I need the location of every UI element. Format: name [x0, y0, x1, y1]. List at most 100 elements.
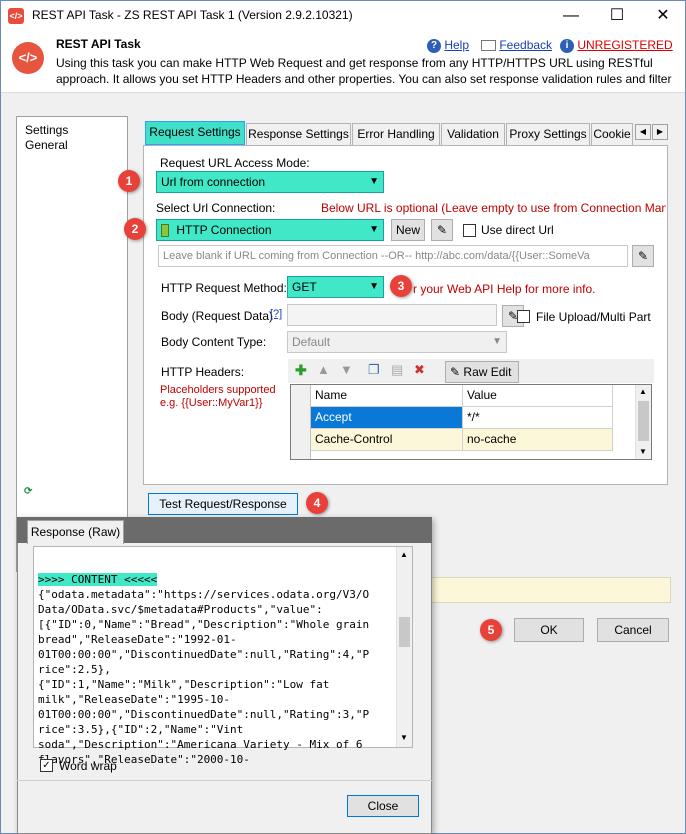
tree-item-general[interactable]: General: [25, 138, 68, 152]
tree-item-settings[interactable]: Settings: [25, 123, 68, 137]
feedback-link-group[interactable]: Feedback: [481, 38, 552, 52]
info-icon: i: [560, 38, 574, 53]
table-row-name[interactable]: Accept: [311, 407, 463, 429]
callout-2: 2: [124, 218, 146, 240]
content-type-label: Body Content Type:: [161, 335, 267, 349]
file-upload-label: File Upload/Multi Part: [536, 310, 651, 324]
paste-icon[interactable]: ▤: [391, 362, 403, 378]
placeholders-note-1: Placeholders supported: [160, 384, 276, 396]
access-mode-value: Url from connection: [161, 175, 266, 189]
mail-icon: [481, 40, 496, 52]
body-help-link[interactable]: [?]: [270, 308, 282, 320]
grid-scrollbar[interactable]: ▲ ▼: [635, 385, 651, 459]
status-bar: [431, 577, 671, 603]
response-line: {"odata.metadata":"https://services.odat…: [38, 588, 370, 601]
response-line: rice":3.5},{"ID":2,"Name":"Vint: [38, 723, 244, 736]
help-link[interactable]: Help: [444, 38, 469, 52]
select-connection-label: Select Url Connection:: [156, 201, 276, 215]
response-line: bread","ReleaseDate":"1992-01-: [38, 633, 237, 646]
help-icon: ?: [427, 38, 441, 53]
headers-label: HTTP Headers:: [161, 365, 245, 379]
headers-grid: Name Value Accept */* Cache-Control no-c…: [290, 384, 652, 460]
tab-scroll-left-icon[interactable]: ◀: [635, 124, 651, 140]
rest-api-icon: </>: [12, 42, 44, 74]
tab-error-handling[interactable]: Error Handling: [352, 123, 440, 145]
close-dialog-button[interactable]: Close: [347, 795, 419, 817]
feedback-link[interactable]: Feedback: [499, 38, 552, 52]
callout-1: 1: [118, 170, 140, 192]
content-header: >>>> CONTENT <<<<<: [38, 573, 158, 586]
add-row-icon[interactable]: ✚: [295, 362, 307, 379]
tab-scroll-right-icon[interactable]: ▶: [652, 124, 668, 140]
maximize-button[interactable]: ☐: [594, 1, 640, 31]
callout-5: 5: [480, 619, 502, 641]
scroll-thumb[interactable]: [399, 617, 410, 647]
file-upload-checkbox[interactable]: [517, 310, 530, 323]
content-type-select[interactable]: Default ▼: [287, 331, 507, 353]
settings-tree: Settings General: [16, 116, 128, 572]
url-editor-icon[interactable]: ✎: [632, 245, 654, 267]
move-down-icon[interactable]: ▼: [340, 362, 353, 377]
method-select[interactable]: GET ▼: [287, 276, 384, 298]
scroll-down-icon[interactable]: ▼: [400, 733, 408, 742]
scroll-up-icon[interactable]: ▲: [400, 550, 408, 559]
help-link-group[interactable]: ? Help: [427, 38, 469, 53]
edit-connection-icon[interactable]: ✎: [431, 219, 453, 241]
chevron-down-icon: ▼: [492, 336, 502, 347]
callout-3: 3: [390, 275, 412, 297]
column-header-value[interactable]: Value: [463, 385, 613, 407]
row-header-column: [291, 385, 311, 459]
table-row-value[interactable]: */*: [463, 407, 613, 429]
content-type-value: Default: [292, 335, 331, 349]
connection-select[interactable]: HTTP Connection ▼: [156, 219, 384, 241]
access-mode-label: Request URL Access Mode:: [160, 156, 310, 170]
table-row-name[interactable]: Cache-Control: [311, 429, 463, 451]
tab-proxy-settings[interactable]: Proxy Settings: [506, 123, 590, 145]
ok-button[interactable]: OK: [514, 618, 584, 642]
unregistered-link[interactable]: UNREGISTERED: [577, 38, 672, 52]
tab-request-settings[interactable]: Request Settings: [145, 121, 245, 145]
task-title: REST API Task: [56, 37, 141, 51]
close-window-button[interactable]: ✕: [640, 1, 686, 31]
response-line: 01T00:00:00","DiscontinuedDate":null,"Ra…: [38, 708, 370, 721]
copy-icon[interactable]: ❐: [368, 362, 380, 378]
move-up-icon[interactable]: ▲: [317, 362, 330, 377]
word-wrap-label: Word wrap: [59, 759, 117, 773]
access-mode-select[interactable]: Url from connection ▼: [156, 171, 384, 193]
unregistered-link-group[interactable]: i UNREGISTERED: [560, 38, 673, 53]
use-direct-url-checkbox[interactable]: [463, 224, 476, 237]
response-line: {"ID":1,"Name":"Milk","Description":"Low…: [38, 678, 330, 691]
scroll-thumb[interactable]: [638, 401, 649, 441]
connection-value: HTTP Connection: [176, 223, 272, 237]
scroll-down-icon[interactable]: ▼: [639, 447, 647, 456]
chevron-down-icon: ▼: [369, 224, 379, 235]
chevron-down-icon: ▼: [369, 281, 379, 292]
tab-response-raw[interactable]: Response (Raw): [27, 520, 124, 544]
url-input[interactable]: Leave blank if URL coming from Connectio…: [158, 245, 628, 267]
word-wrap-checkbox[interactable]: ✓: [40, 759, 53, 772]
minimize-button[interactable]: —: [548, 1, 594, 31]
table-row-value[interactable]: no-cache: [463, 429, 613, 451]
scroll-up-icon[interactable]: ▲: [639, 387, 647, 396]
delete-row-icon[interactable]: ✖: [414, 362, 425, 378]
tab-validation[interactable]: Validation: [441, 123, 505, 145]
response-line: rice":2.5},: [38, 663, 111, 676]
task-description: Using this task you can make HTTP Web Re…: [56, 56, 672, 86]
tab-cookie[interactable]: Cookie: [591, 123, 633, 145]
cancel-button[interactable]: Cancel: [597, 618, 669, 642]
raw-edit-label: Raw Edit: [463, 365, 512, 379]
method-label: HTTP Request Method:: [161, 281, 287, 295]
response-line: 01T00:00:00","DiscontinuedDate":null,"Ra…: [38, 648, 370, 661]
response-line: soda","Description":"Americana Variety -…: [38, 738, 363, 751]
body-input[interactable]: [287, 304, 497, 326]
tab-response-settings[interactable]: Response Settings: [246, 123, 351, 145]
vendor-logo-icon: ⟳: [24, 486, 33, 497]
new-connection-button[interactable]: New: [391, 219, 425, 241]
response-scrollbar[interactable]: ▲ ▼: [396, 547, 412, 747]
test-request-button[interactable]: Test Request/Response: [148, 493, 298, 515]
placeholders-note-2: e.g. {{User::MyVar1}}: [160, 397, 263, 409]
response-line: [{"ID":0,"Name":"Bread","Description":"W…: [38, 618, 370, 631]
chevron-down-icon: ▼: [369, 176, 379, 187]
column-header-name[interactable]: Name: [311, 385, 463, 407]
raw-edit-button[interactable]: ✎ Raw Edit: [445, 361, 519, 383]
